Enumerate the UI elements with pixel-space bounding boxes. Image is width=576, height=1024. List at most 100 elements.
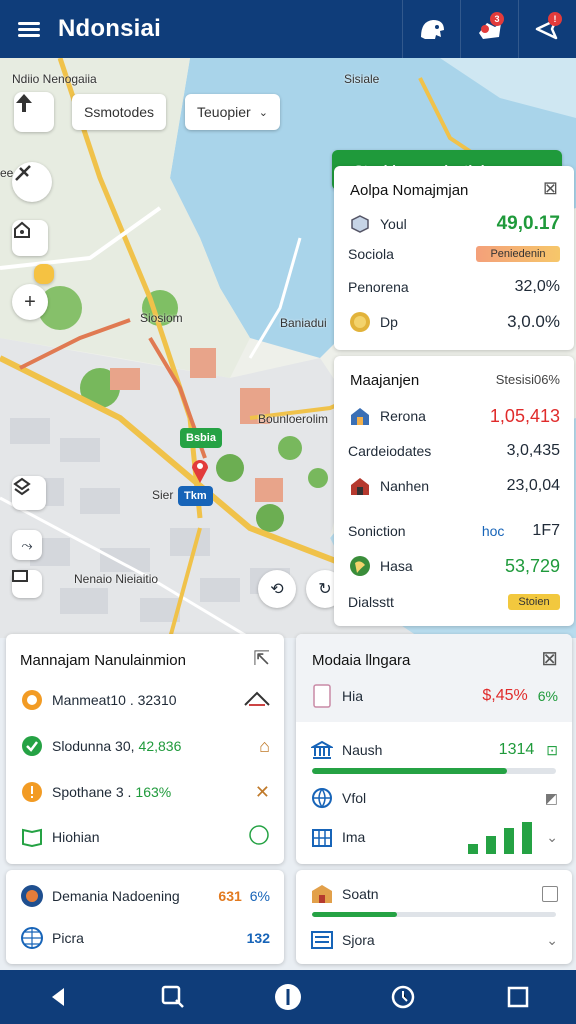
chevron-down-icon[interactable]: ⌄	[546, 932, 558, 949]
layers-icon	[13, 477, 31, 496]
home-button[interactable]	[266, 975, 310, 1019]
panel-b-row-3[interactable]: Nanhen 23,0,04	[348, 474, 560, 498]
bottom-card-right: Soatn Sjora ⌄	[296, 870, 572, 964]
panel-a-row-2-label: Sociola	[348, 246, 394, 262]
recenter-button[interactable]: ⟲	[258, 570, 296, 608]
bank-icon	[310, 738, 334, 762]
zoom-in-button[interactable]: +	[12, 284, 48, 320]
card-view-button[interactable]	[12, 570, 42, 598]
panel-a-row-2[interactable]: Sociola Peniedenin	[348, 246, 560, 262]
route-button[interactable]: ⤳	[12, 530, 42, 560]
back-button[interactable]	[36, 975, 80, 1019]
coin-icon	[348, 310, 372, 334]
bottom-right-row-2[interactable]: Sjora ⌄	[310, 928, 558, 952]
stats-panel-a: Aolpa Nomajmjan ⊠ Youl 49,0.17 Sociola P…	[334, 166, 574, 350]
card-left-row-1[interactable]: Manmeat10 . 32310	[20, 688, 270, 712]
panel-a-row-3[interactable]: Penorena 32,0%	[348, 278, 560, 296]
notifications-badge: 3	[490, 12, 504, 26]
card-left-row-3-value: 163%	[135, 784, 172, 800]
alert-circle-icon	[20, 780, 44, 804]
close-icon[interactable]: ⊠	[543, 178, 558, 199]
panel-b-row-5[interactable]: Hasa 53,729	[348, 554, 560, 578]
grid-globe-icon	[20, 926, 44, 950]
collapse-icon[interactable]: ⇱	[253, 646, 270, 671]
rotate-icon: ↻	[318, 581, 332, 598]
edit-icon[interactable]: ◩	[545, 790, 558, 807]
square-button[interactable]	[496, 975, 540, 1019]
chat-icon[interactable]	[248, 824, 270, 849]
card-right-title: Modaia llngara	[312, 652, 411, 669]
bottom-right-row-1-label: Soatn	[342, 886, 379, 902]
card-right-row-1-value: $,45%	[482, 687, 528, 704]
back-icon	[51, 988, 64, 1006]
card-left-title: Mannajam Nanulainmion	[20, 652, 186, 669]
panel-b-row-2-label: Cardeiodates	[348, 443, 432, 459]
chevron-down-icon[interactable]: ⌄	[546, 829, 558, 846]
checkbox[interactable]	[542, 886, 558, 902]
map-tag-b[interactable]: Tkm	[178, 486, 213, 506]
card-right-row-3[interactable]: Vfol ◩	[310, 786, 558, 810]
panel-b-row-2[interactable]: Cardeiodates 3,0,435	[348, 442, 560, 460]
card-right-row-4[interactable]: Ima ⌄	[310, 820, 558, 854]
filter-dropdown-b[interactable]: Teuopier ⌄	[185, 94, 280, 130]
search-button[interactable]	[151, 975, 195, 1019]
notifications-button[interactable]: 3	[460, 0, 518, 58]
profile-button[interactable]	[402, 0, 460, 58]
location-pin-icon[interactable]	[190, 456, 210, 484]
badge-icon	[20, 884, 44, 908]
close-icon[interactable]: ⊠	[541, 646, 558, 671]
panel-b-row-5-label: Hasa	[380, 558, 413, 574]
card-left-row-4-label: Hiohian	[52, 828, 100, 845]
card-right-row-2[interactable]: Naush 1314 ⊡	[310, 738, 558, 762]
book-icon	[20, 825, 44, 849]
summary-card-left: Mannajam Nanulainmion ⇱ Manmeat10 . 3231…	[6, 634, 284, 864]
panel-b-row-5-value: 53,729	[504, 555, 560, 576]
check-circle-icon	[20, 734, 44, 758]
map-label-pin: Sier	[152, 488, 174, 502]
card-right-row-1-value2: 6%	[537, 688, 558, 704]
building-small-icon: ⌂	[259, 735, 270, 756]
panel-a-row-4[interactable]: Dp 3,0.0%	[348, 310, 560, 334]
filter-chip-a[interactable]: Ssmotodes	[72, 94, 167, 130]
navigate-button[interactable]	[14, 92, 54, 132]
map-label-south: Nenaio Nieiaitio	[74, 572, 159, 586]
globe-outline-icon	[310, 786, 334, 810]
panel-a-row-1-label: Youl	[380, 216, 407, 232]
bottom-right-row-2-label: Sjora	[342, 932, 375, 948]
bottom-left-row-2[interactable]: Picra 132	[20, 926, 270, 950]
panel-b-row-1[interactable]: Rerona 1,05,413	[348, 404, 560, 428]
card-left-row-3[interactable]: Spothane 3 . 163% ✕	[20, 780, 270, 804]
alerts-button[interactable]: !	[518, 0, 576, 58]
bottom-left-row-1[interactable]: Demania Nadoening 631 6%	[20, 884, 270, 908]
bottom-nav-bar	[0, 970, 576, 1024]
card-left-row-1-label: Manmeat10 . 32310	[52, 692, 177, 708]
panel-b-row-2-value: 3,0,435	[506, 442, 560, 459]
panel-b-row-6[interactable]: Dialsstt Stoien	[348, 594, 560, 610]
menu-button[interactable]	[0, 0, 58, 58]
panel-b-row-4[interactable]: Soniction hoc 1F7	[348, 522, 560, 540]
bar-chart-icon	[468, 822, 533, 854]
bottom-right-row-1[interactable]: Soatn	[310, 882, 558, 906]
compass-button[interactable]	[12, 162, 52, 202]
map-tag-a[interactable]: Bsbia	[180, 428, 222, 448]
card-right-row-3-label: Vfol	[342, 790, 367, 806]
square-icon	[508, 986, 529, 1008]
card-right-row-4-label: Ima	[342, 829, 366, 845]
panel-b-row-3-label: Nanhen	[380, 478, 430, 494]
filter-dropdown-label: Teuopier	[197, 104, 251, 120]
bottom-left-row-1-value2: 6%	[249, 888, 270, 904]
activity-button[interactable]	[381, 975, 425, 1019]
card-left-row-3-label: Spothane 3 .	[52, 784, 132, 800]
layers-button[interactable]	[12, 476, 46, 510]
card-left-row-4[interactable]: Hiohian	[20, 824, 270, 849]
home-location-button[interactable]	[12, 220, 48, 256]
panel-a-row-1[interactable]: Youl 49,0.17	[348, 212, 560, 236]
card-left-row-2[interactable]: Slodunna 30, 42,836 ⌂	[20, 734, 270, 758]
tools-icon: ✕	[254, 781, 270, 802]
card-right-progress	[312, 768, 556, 774]
card-right-header-bg	[296, 634, 572, 722]
compass-icon	[15, 165, 31, 181]
card-right-row-1[interactable]: Hia $,45% 6%	[310, 684, 558, 708]
bottom-left-row-1-value: 631	[218, 888, 242, 904]
bottom-left-row-2-label: Picra	[52, 930, 84, 946]
